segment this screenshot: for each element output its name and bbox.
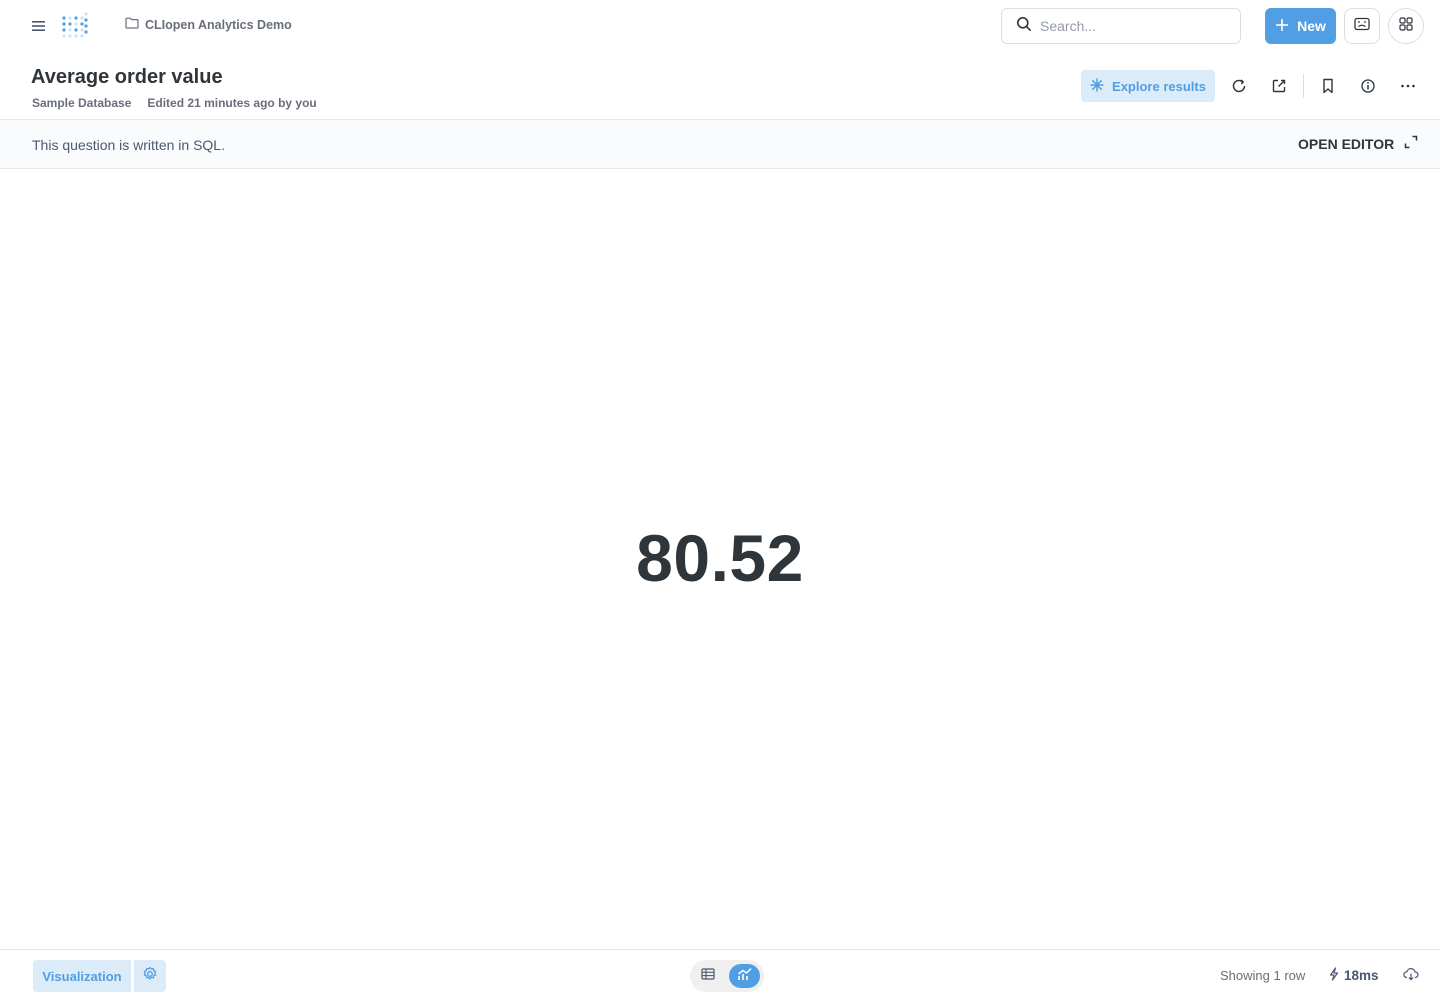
edited-info[interactable]: Edited 21 minutes ago by you bbox=[147, 96, 316, 110]
keyboard-icon bbox=[1354, 17, 1370, 36]
info-icon[interactable] bbox=[1358, 76, 1378, 96]
timing-value: 18ms bbox=[1344, 968, 1379, 983]
grid-icon bbox=[1399, 16, 1413, 36]
new-button[interactable]: New bbox=[1265, 8, 1336, 44]
gear-icon bbox=[142, 966, 158, 987]
bolt-icon bbox=[1328, 967, 1340, 984]
expand-icon bbox=[1404, 135, 1418, 152]
header-divider bbox=[1303, 74, 1304, 98]
visualization-button[interactable]: Visualization bbox=[33, 960, 131, 992]
table-view-toggle[interactable] bbox=[694, 964, 721, 988]
sparkle-icon bbox=[1090, 77, 1104, 95]
apps-button[interactable] bbox=[1388, 8, 1424, 44]
share-icon[interactable] bbox=[1269, 76, 1289, 96]
more-icon[interactable] bbox=[1398, 76, 1418, 96]
row-count: Showing 1 row bbox=[1220, 968, 1306, 983]
scalar-value[interactable]: 80.52 bbox=[0, 520, 1440, 596]
search-input[interactable] bbox=[1040, 18, 1220, 34]
new-button-label: New bbox=[1297, 18, 1326, 34]
database-name[interactable]: Sample Database bbox=[32, 96, 131, 110]
folder-icon bbox=[125, 17, 139, 32]
sql-notice: This question is written in SQL. bbox=[32, 137, 225, 153]
breadcrumb-label: CLIopen Analytics Demo bbox=[145, 17, 292, 32]
footer-bar: Visualization Showing 1 row 18ms bbox=[0, 949, 1440, 1000]
plus-icon bbox=[1275, 18, 1289, 35]
download-icon bbox=[1403, 967, 1419, 986]
explore-results-label: Explore results bbox=[1112, 78, 1206, 94]
explore-results-button[interactable]: Explore results bbox=[1081, 70, 1215, 102]
view-toggle bbox=[690, 960, 764, 992]
viz-settings-button[interactable] bbox=[134, 960, 166, 992]
chart-icon bbox=[737, 967, 753, 986]
visualization-label: Visualization bbox=[42, 968, 122, 984]
search-icon bbox=[1016, 16, 1032, 37]
download-button[interactable] bbox=[1401, 966, 1421, 986]
breadcrumb[interactable]: CLIopen Analytics Demo bbox=[125, 17, 292, 32]
open-editor-label: OPEN EDITOR bbox=[1298, 135, 1395, 152]
metabase-logo[interactable] bbox=[60, 11, 90, 41]
refresh-icon[interactable] bbox=[1229, 76, 1249, 96]
bookmark-icon[interactable] bbox=[1318, 76, 1338, 96]
open-editor-button[interactable]: OPEN EDITOR bbox=[1298, 135, 1418, 152]
hamburger-icon[interactable] bbox=[28, 16, 50, 36]
top-nav: CLIopen Analytics Demo New bbox=[0, 0, 1440, 52]
page-title[interactable]: Average order value bbox=[31, 66, 223, 89]
chart-view-toggle[interactable] bbox=[729, 964, 760, 988]
question-meta: Sample Database Edited 21 minutes ago by… bbox=[32, 96, 317, 110]
search-bar[interactable] bbox=[1001, 8, 1241, 44]
query-timing: 18ms bbox=[1328, 967, 1379, 984]
table-icon bbox=[700, 967, 715, 985]
native-query-banner: This question is written in SQL. OPEN ED… bbox=[0, 119, 1440, 169]
keyboard-button[interactable] bbox=[1344, 8, 1380, 44]
